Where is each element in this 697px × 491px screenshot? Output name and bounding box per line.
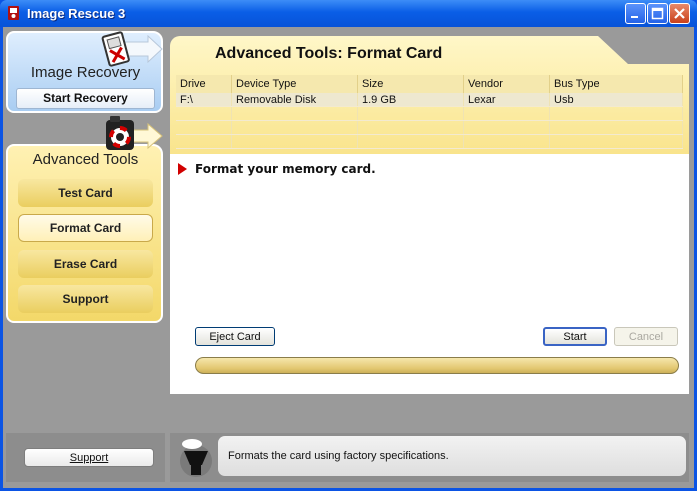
- column-header[interactable]: Device Type: [231, 75, 358, 93]
- drive-table: Drive Device Type Size Vendor Bus Type F…: [176, 75, 683, 149]
- table-header-row: Drive Device Type Size Vendor Bus Type: [176, 75, 683, 93]
- column-header[interactable]: Size: [357, 75, 464, 93]
- title-bar[interactable]: Image Rescue 3: [0, 0, 697, 27]
- maximize-button[interactable]: [647, 3, 668, 24]
- red-arrow-icon: [178, 163, 187, 175]
- bottom-left-panel: Support: [6, 433, 165, 482]
- start-button[interactable]: Start: [543, 327, 607, 346]
- table-cell: Removable Disk: [231, 93, 358, 107]
- close-icon: [674, 8, 685, 19]
- support-button[interactable]: Support: [24, 448, 154, 467]
- table-row-empty: [176, 134, 683, 149]
- table-cell: 1.9 GB: [357, 93, 464, 107]
- instruction-text: Format your memory card.: [195, 162, 376, 176]
- info-text: Formats the card using factory specifica…: [228, 450, 449, 462]
- table-row-empty: [176, 120, 683, 135]
- table-cell: Lexar: [463, 93, 550, 107]
- eject-card-button[interactable]: Eject Card: [195, 327, 275, 346]
- maximize-icon: [651, 7, 664, 20]
- table-row-empty: [176, 106, 683, 121]
- column-header[interactable]: Drive: [176, 75, 232, 93]
- app-window: Image Rescue 3 Image Recovery Start Reco…: [0, 0, 697, 491]
- minimize-icon: [631, 16, 638, 18]
- advanced-tools-panel: Advanced Tools Test Card Format Card Era…: [6, 144, 163, 323]
- camera-lifebuoy-icon: [106, 116, 163, 150]
- table-cell: Usb: [549, 93, 683, 107]
- table-row[interactable]: F:\ Removable Disk 1.9 GB Lexar Usb: [176, 93, 683, 107]
- nav-support[interactable]: Support: [18, 285, 153, 313]
- header-tab-corner: [588, 36, 689, 64]
- main-content: Format your memory card. Eject Card Star…: [170, 154, 689, 394]
- column-header[interactable]: Bus Type: [549, 75, 683, 93]
- nav-format-card[interactable]: Format Card: [18, 214, 153, 242]
- app-logo-icon: [8, 6, 19, 20]
- window-title: Image Rescue 3: [27, 6, 126, 21]
- table-cell: F:\: [176, 93, 232, 107]
- nav-erase-card[interactable]: Erase Card: [18, 250, 153, 278]
- cancel-button: Cancel: [614, 327, 678, 346]
- column-header[interactable]: Vendor: [463, 75, 550, 93]
- support-button-label: Support: [69, 452, 109, 464]
- start-recovery-button[interactable]: Start Recovery: [16, 88, 155, 109]
- progress-bar: [195, 357, 679, 374]
- close-button[interactable]: [669, 3, 690, 24]
- memory-card-x-icon: [101, 31, 163, 67]
- info-box: Formats the card using factory specifica…: [218, 436, 686, 476]
- page-title: Advanced Tools: Format Card: [215, 45, 443, 62]
- minimize-button[interactable]: [625, 3, 646, 24]
- nav-test-card[interactable]: Test Card: [18, 179, 153, 207]
- assistant-figure-icon: [180, 439, 212, 477]
- info-panel: Formats the card using factory specifica…: [170, 433, 689, 482]
